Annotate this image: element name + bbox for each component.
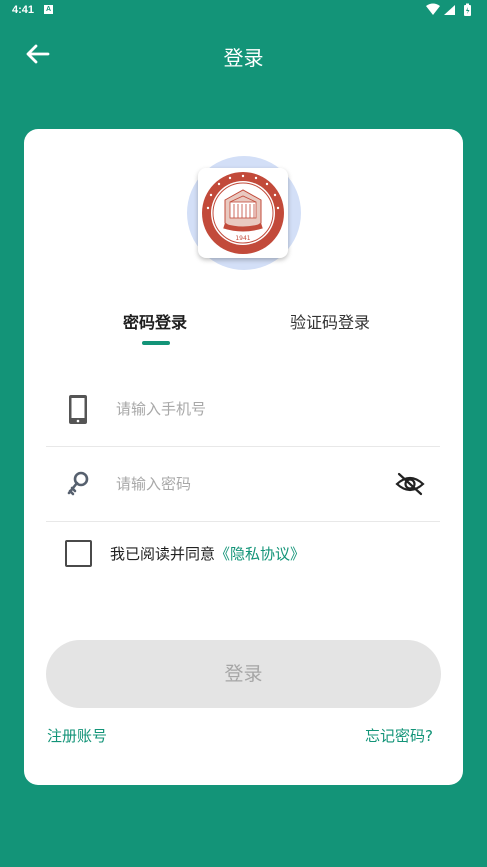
password-input[interactable] bbox=[116, 471, 376, 497]
logo: 1941 bbox=[198, 168, 288, 258]
university-emblem-icon: 1941 bbox=[202, 172, 284, 254]
login-button[interactable]: 登录 bbox=[46, 640, 441, 708]
phone-field-row bbox=[46, 372, 440, 447]
agreement-checkbox[interactable] bbox=[65, 540, 92, 567]
status-bar: 4:41 A bbox=[0, 0, 487, 22]
password-field-row bbox=[46, 447, 440, 522]
status-icons bbox=[426, 3, 471, 16]
agreement-prefix: 我已阅读并同意 bbox=[110, 545, 216, 563]
emblem-year: 1941 bbox=[235, 235, 250, 242]
logo-container: 1941 bbox=[187, 156, 301, 270]
register-link[interactable]: 注册账号 bbox=[47, 725, 107, 746]
app-bar: 登录 bbox=[0, 22, 487, 88]
phone-input[interactable] bbox=[116, 396, 376, 422]
tab-indicator bbox=[142, 341, 170, 345]
tab-password-login[interactable]: 密码登录 bbox=[123, 309, 187, 333]
battery-icon bbox=[464, 3, 471, 16]
tab-code-login[interactable]: 验证码登录 bbox=[290, 309, 370, 333]
eye-off-icon[interactable] bbox=[394, 471, 426, 497]
wifi-icon bbox=[426, 3, 440, 15]
phone-icon bbox=[69, 395, 87, 424]
key-icon bbox=[67, 471, 89, 496]
page-title: 登录 bbox=[223, 46, 264, 70]
signal-icon bbox=[444, 5, 455, 15]
privacy-policy-link[interactable]: 《隐私协议》 bbox=[215, 545, 305, 563]
notification-icon: A bbox=[44, 5, 53, 14]
agreement-text: 我已阅读并同意《隐私协议》 bbox=[110, 543, 305, 564]
status-time: 4:41 bbox=[12, 4, 35, 16]
login-card: 1941 密码登录 验证码登录 我已阅读并同意《隐私协议》 登录 bbox=[24, 129, 463, 785]
forgot-password-link[interactable]: 忘记密码? bbox=[365, 725, 433, 746]
